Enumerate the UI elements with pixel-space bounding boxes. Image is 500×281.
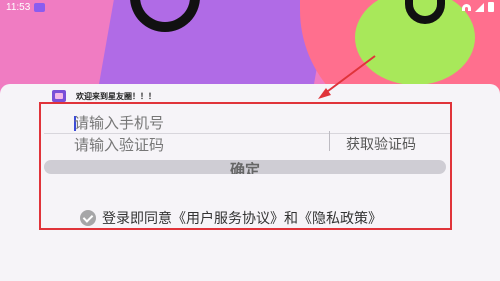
annotation-arrow-icon <box>318 55 376 99</box>
